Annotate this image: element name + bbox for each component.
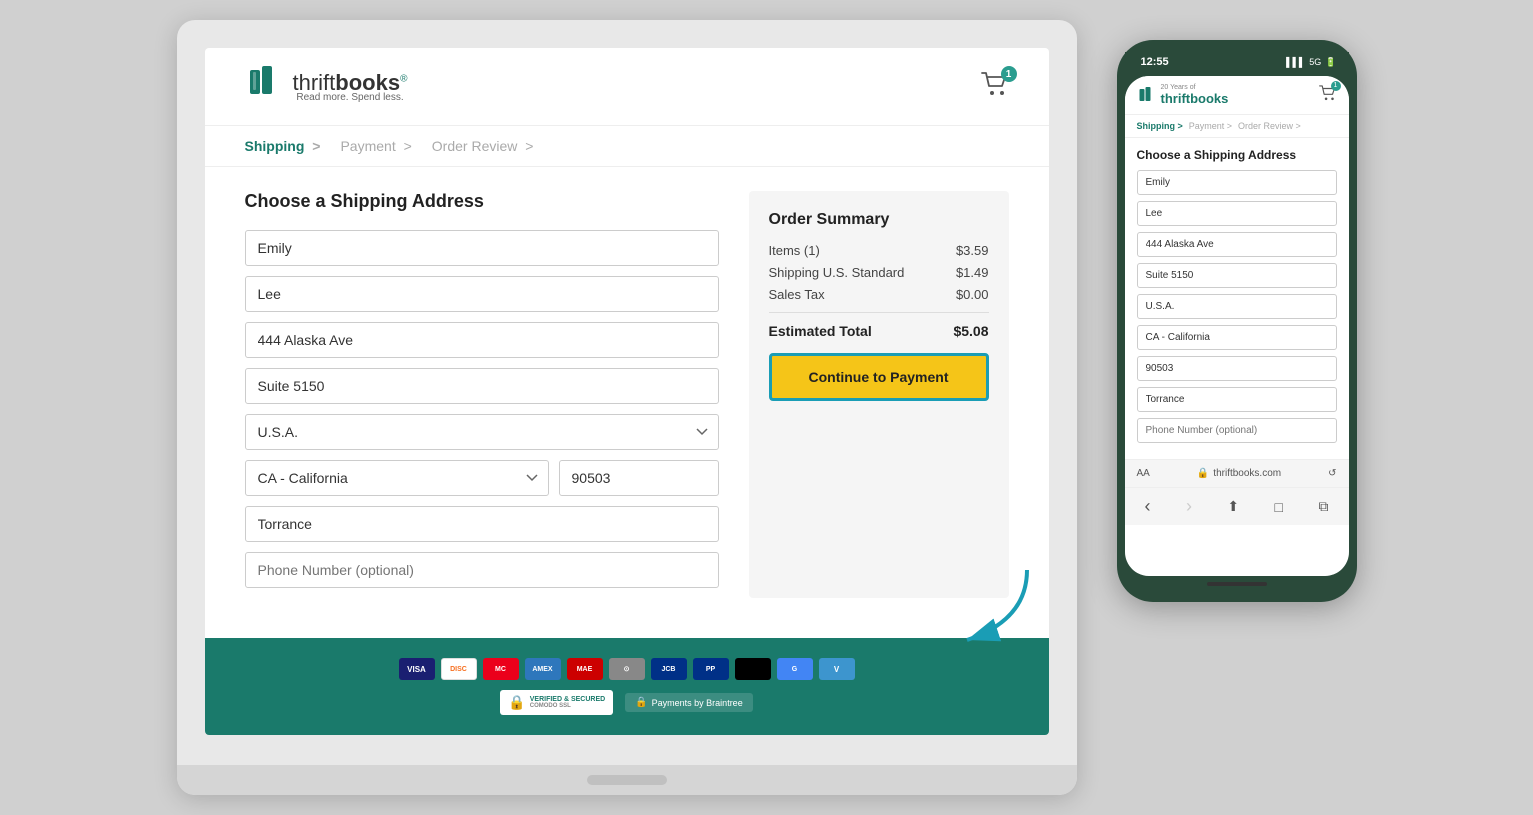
battery-icon: 🔋 xyxy=(1325,57,1336,68)
phone-suite[interactable] xyxy=(1137,263,1337,288)
phone-first-name[interactable] xyxy=(1137,170,1337,195)
cirrus-icon: ⊙ xyxy=(609,658,645,680)
phone-cart-badge: 1 xyxy=(1331,81,1341,91)
continue-to-payment-button[interactable]: Continue to Payment xyxy=(769,353,989,401)
paypal-icon: PP xyxy=(693,658,729,680)
amex-icon: AMEX xyxy=(525,658,561,680)
summary-divider xyxy=(769,312,989,313)
phone-bc-payment[interactable]: Payment > xyxy=(1189,121,1232,131)
verified-text: VERIFIED & SECURED xyxy=(530,696,605,703)
site-header: thriftbooks® Read more. Spend less. 1 xyxy=(205,48,1049,126)
phone-header: 20 Years of thriftbooks 1 xyxy=(1125,76,1349,115)
breadcrumb-nav: Shipping > Payment > Order Review > xyxy=(205,126,1049,167)
phone-cart-button[interactable]: 1 xyxy=(1319,85,1337,106)
phone-nav-bar: ‹ › ⬆ □ ⧉ xyxy=(1125,487,1349,525)
phone-time: 12:55 xyxy=(1141,56,1169,68)
breadcrumb-payment[interactable]: Payment > xyxy=(340,138,411,154)
applepay-icon xyxy=(735,658,771,680)
phone-phone[interactable] xyxy=(1137,418,1337,443)
phone-form-title: Choose a Shipping Address xyxy=(1137,148,1337,162)
summary-row-items: Items (1) $3.59 xyxy=(769,243,989,258)
summary-row-shipping: Shipping U.S. Standard $1.49 xyxy=(769,265,989,280)
network-type: 5G xyxy=(1309,57,1321,67)
phone-main: Choose a Shipping Address xyxy=(1125,138,1349,459)
signal-icon: ▌▌▌ xyxy=(1286,57,1305,67)
jcb-icon: JCB xyxy=(651,658,687,680)
breadcrumb-order-review[interactable]: Order Review > xyxy=(432,138,534,154)
address-input[interactable] xyxy=(245,322,719,358)
last-name-input[interactable] xyxy=(245,276,719,312)
phone-input[interactable] xyxy=(245,552,719,588)
phone-logo-years: 20 Years of xyxy=(1161,84,1229,91)
phone-aa: AA xyxy=(1137,468,1150,479)
laptop-notch xyxy=(587,775,667,785)
phone-breadcrumb: Shipping > Payment > Order Review > xyxy=(1125,115,1349,138)
phone-bc-order-review[interactable]: Order Review > xyxy=(1238,121,1301,131)
phone-bc-shipping[interactable]: Shipping > xyxy=(1137,121,1183,131)
phone-state[interactable] xyxy=(1137,325,1337,350)
city-input[interactable] xyxy=(245,506,719,542)
payment-icons: VISA DISC MC AMEX MAE ⊙ JCB PP G V xyxy=(399,658,855,680)
country-select[interactable]: U.S.A. xyxy=(245,414,719,450)
main-content: Choose a Shipping Address U.S.A. CA - Ca… xyxy=(205,167,1049,638)
discover-icon: DISC xyxy=(441,658,477,680)
laptop-frame: thriftbooks® Read more. Spend less. 1 xyxy=(177,20,1077,795)
logo-area: thriftbooks® Read more. Spend less. xyxy=(245,62,408,111)
phone-share[interactable]: ⬆ xyxy=(1227,498,1239,515)
phone-screen: 20 Years of thriftbooks 1 Shipping > Pay… xyxy=(1125,76,1349,576)
phone-status-right: ▌▌▌ 5G 🔋 xyxy=(1286,57,1336,68)
footer-badges: 🔒 VERIFIED & SECURED COMODO SSL 🔒 Paymen… xyxy=(500,690,752,715)
phone-bookmark[interactable]: □ xyxy=(1275,499,1283,515)
phone-status-bar: 12:55 ▌▌▌ 5G 🔋 xyxy=(1125,52,1349,76)
shipping-section: Choose a Shipping Address U.S.A. CA - Ca… xyxy=(245,191,719,598)
scene: thriftbooks® Read more. Spend less. 1 xyxy=(177,20,1357,795)
phone-forward[interactable]: › xyxy=(1186,496,1192,517)
phone-tabs[interactable]: ⧉ xyxy=(1318,498,1328,515)
phone-home-indicator xyxy=(1207,582,1267,586)
phone-reload[interactable]: ↺ xyxy=(1328,468,1336,479)
phone-logo-text: thriftbooks xyxy=(1161,91,1229,106)
phone-last-name[interactable] xyxy=(1137,201,1337,226)
cart-badge: 1 xyxy=(1001,66,1017,82)
laptop-base xyxy=(177,765,1077,795)
order-summary-box: Order Summary Items (1) $3.59 Shipping U… xyxy=(749,191,1009,598)
phone-city[interactable] xyxy=(1137,387,1337,412)
visa-icon: VISA xyxy=(399,658,435,680)
phone-country[interactable] xyxy=(1137,294,1337,319)
phone-zip[interactable] xyxy=(1137,356,1337,381)
books-icon xyxy=(245,62,285,111)
verified-badge: 🔒 VERIFIED & SECURED COMODO SSL xyxy=(500,690,613,715)
phone-frame: 12:55 ▌▌▌ 5G 🔋 20 Years of thriftbooks xyxy=(1117,40,1357,602)
summary-row-tax: Sales Tax $0.00 xyxy=(769,287,989,302)
laptop-screen: thriftbooks® Read more. Spend less. 1 xyxy=(205,48,1049,735)
shipping-title: Choose a Shipping Address xyxy=(245,191,719,212)
phone-logo: 20 Years of thriftbooks xyxy=(1137,84,1229,106)
state-zip-row: CA - California xyxy=(245,460,719,506)
site-footer: VISA DISC MC AMEX MAE ⊙ JCB PP G V 🔒 xyxy=(205,638,1049,735)
first-name-input[interactable] xyxy=(245,230,719,266)
googlepay-icon: G xyxy=(777,658,813,680)
state-select[interactable]: CA - California xyxy=(245,460,549,496)
zip-input[interactable] xyxy=(559,460,719,496)
breadcrumb-shipping[interactable]: Shipping > xyxy=(245,138,321,154)
logo-tagline: Read more. Spend less. xyxy=(293,92,408,103)
phone-url-bar: AA 🔒 thriftbooks.com ↺ xyxy=(1125,459,1349,487)
order-summary-title: Order Summary xyxy=(769,211,989,229)
summary-total: Estimated Total $5.08 xyxy=(769,323,989,339)
phone-address[interactable] xyxy=(1137,232,1337,257)
phone-url: 🔒 thriftbooks.com xyxy=(1197,468,1281,479)
braintree-badge: 🔒 Payments by Braintree xyxy=(625,693,753,712)
venmo-icon: V xyxy=(819,658,855,680)
mastercard-icon: MC xyxy=(483,658,519,680)
braintree-text: Payments by Braintree xyxy=(652,698,743,708)
phone-back[interactable]: ‹ xyxy=(1145,496,1151,517)
maestro-icon: MAE xyxy=(567,658,603,680)
cart-button[interactable]: 1 xyxy=(981,72,1009,101)
suite-input[interactable] xyxy=(245,368,719,404)
